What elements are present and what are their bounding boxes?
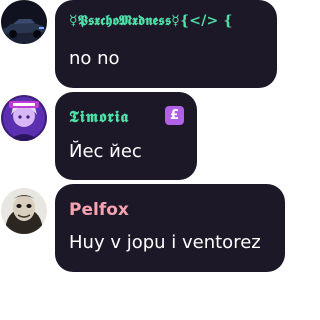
anime-avatar-image	[1, 95, 47, 141]
role-badge-icon: £	[165, 106, 184, 125]
avatar[interactable]	[1, 95, 47, 141]
message-bubble: ☿𝕻𝖘𝖝𝖈𝖍𝖔𝕸𝖝𝖉𝖓𝖊𝖘𝖘☿{</> { no no	[55, 0, 277, 88]
avatar[interactable]	[1, 188, 47, 234]
avatar[interactable]	[1, 0, 47, 44]
chat-feed: ☿𝕻𝖘𝖝𝖈𝖍𝖔𝕸𝖝𝖉𝖓𝖊𝖘𝖘☿{</> { no no 𝕿𝖎𝖒𝖔𝖗𝖎𝖆 £ Йе…	[0, 0, 297, 320]
car-avatar-image	[1, 0, 47, 44]
message-bubble: Pelfox Huy v jopu i ventorez	[55, 184, 285, 272]
author-name[interactable]: ☿𝕻𝖘𝖝𝖈𝖍𝖔𝕸𝖝𝖉𝖓𝖊𝖘𝖘☿{</> {	[69, 13, 233, 29]
author-name[interactable]: 𝕿𝖎𝖒𝖔𝖗𝖎𝖆	[69, 107, 129, 127]
message-bubble: 𝕿𝖎𝖒𝖔𝖗𝖎𝖆 £ Йес йес	[55, 92, 197, 180]
message-text: no no	[69, 48, 120, 69]
author-name[interactable]: Pelfox	[69, 200, 129, 220]
message-text: Йес йес	[69, 141, 142, 162]
masked-face-avatar-image	[1, 188, 47, 234]
message-text: Huy v jopu i ventorez	[69, 232, 261, 253]
